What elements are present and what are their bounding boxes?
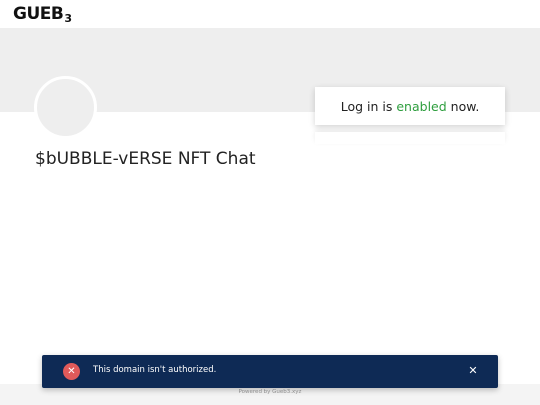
close-icon[interactable]: ✕ [466, 364, 480, 378]
error-toast: ✕ This domain isn't authorized. ✕ [42, 355, 498, 388]
logo-subscript: 3 [64, 12, 72, 25]
gueb3-logo-icon[interactable]: GUEB3 [13, 4, 72, 29]
login-status-suffix: now. [450, 98, 480, 114]
error-x-icon: ✕ [63, 363, 80, 380]
login-status-prefix: Log in is [340, 98, 393, 114]
avatar [34, 76, 97, 139]
page-title: $bUBBLE-vERSE NFT Chat [35, 149, 256, 169]
login-status-value: enabled [396, 98, 447, 114]
logo-text: GUEB [13, 4, 64, 24]
top-bar: GUEB3 [0, 0, 540, 28]
login-status-card: Log in is enabled now. [315, 87, 505, 125]
powered-by-label: Powered by Gueb3.xyz [238, 389, 302, 395]
chat-panel [315, 132, 505, 144]
toast-message: This domain isn't authorized. [93, 365, 217, 375]
